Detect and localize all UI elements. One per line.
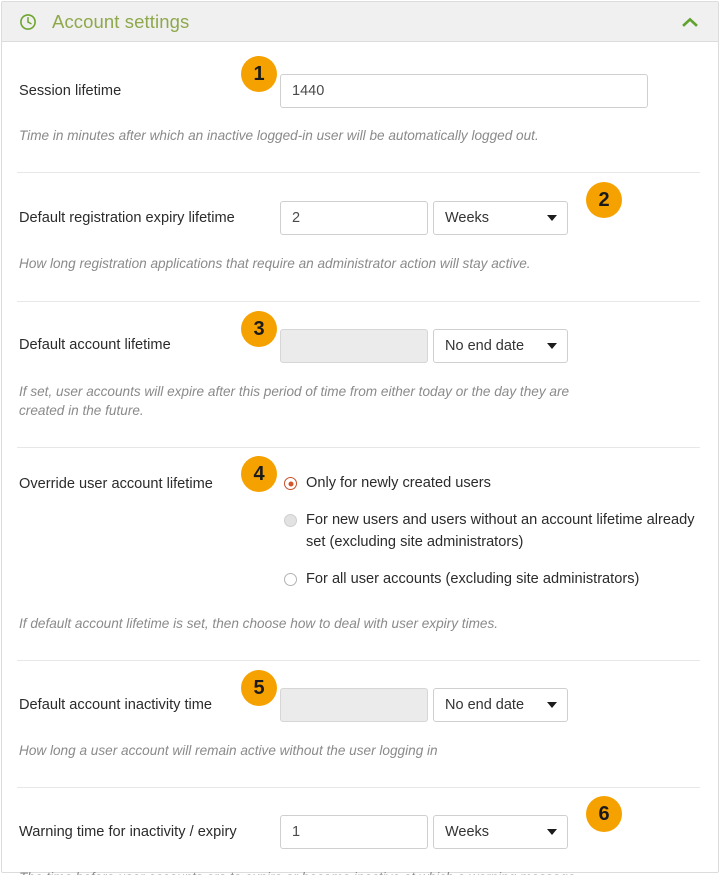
control-override-lifetime: 4 Only for newly created users For new u… — [241, 456, 718, 590]
callout-badge-1: 1 — [241, 56, 277, 92]
radio-option-all-accounts[interactable]: For all user accounts (excluding site ad… — [284, 569, 718, 590]
control-warning-time: Weeks 6 i — [248, 796, 718, 850]
control-inactivity-time: 5 No end date i — [241, 670, 718, 723]
help-session-lifetime: Time in minutes after which an inactive … — [19, 128, 539, 143]
session-lifetime-input[interactable] — [280, 74, 648, 108]
inactivity-time-input[interactable] — [280, 688, 428, 723]
row-session-lifetime: Session lifetime 1 i — [2, 56, 718, 108]
callout-badge-5: 5 — [241, 670, 277, 707]
page-title: Account settings — [52, 10, 190, 32]
divider-2 — [17, 300, 700, 302]
inactivity-time-unit-select[interactable]: No end date — [433, 688, 568, 723]
callout-badge-6: 6 — [586, 796, 622, 833]
row-registration-expiry: Default registration expiry lifetime Wee… — [2, 182, 718, 236]
card-header[interactable]: Account settings — [2, 2, 718, 42]
row-warning-time: Warning time for inactivity / expiry Wee… — [2, 796, 718, 850]
radio-option-newly-created[interactable]: Only for newly created users — [284, 473, 718, 494]
help-override-lifetime: If default account lifetime is set, then… — [19, 615, 499, 631]
radio-label-newly-created: Only for newly created users — [306, 475, 491, 492]
help-warning-time: The time before user accounts are to exp… — [2, 868, 718, 875]
control-registration-expiry: Weeks 2 — [248, 182, 718, 236]
card-body: Session lifetime 1 i Time in minutes aft… — [2, 56, 718, 875]
override-lifetime-radio-group: Only for newly created users For new use… — [284, 473, 718, 590]
account-settings-page: Account settings Session lifetime 1 i Ti… — [0, 0, 720, 875]
account-lifetime-unit-value: No end date — [433, 328, 568, 363]
callout-badge-2: 2 — [586, 182, 622, 219]
label-account-lifetime: Default account lifetime — [19, 337, 171, 354]
help-registration-expiry: How long registration applications that … — [19, 256, 531, 272]
label-override-lifetime: Override user account lifetime — [19, 476, 213, 493]
divider-3 — [17, 447, 700, 449]
inactivity-time-unit-value: No end date — [433, 688, 568, 723]
radio-icon-checked[interactable] — [284, 477, 297, 491]
account-lifetime-input[interactable] — [280, 328, 428, 363]
label-warning-time: Warning time for inactivity / expiry — [19, 824, 237, 841]
radio-label-new-and-unset: For new users and users without an accou… — [306, 512, 695, 550]
divider-5 — [17, 787, 700, 789]
warning-time-input[interactable] — [280, 815, 428, 850]
divider-4 — [17, 660, 700, 662]
account-lifetime-unit-select[interactable]: No end date — [433, 328, 568, 363]
radio-label-all-accounts: For all user accounts (excluding site ad… — [306, 570, 640, 587]
help-account-lifetime: If set, user accounts will expire after … — [19, 383, 570, 418]
radio-icon-unchecked[interactable] — [284, 572, 297, 586]
label-inactivity-time: Default account inactivity time — [19, 696, 213, 713]
account-settings-card: Account settings Session lifetime 1 i Ti… — [1, 1, 719, 875]
radio-option-new-and-unset[interactable]: For new users and users without an accou… — [284, 510, 718, 552]
control-session-lifetime: 1 i — [241, 56, 718, 108]
control-account-lifetime: 3 No end date i — [241, 310, 718, 363]
clock-icon — [19, 13, 37, 31]
divider-1 — [17, 172, 700, 174]
label-registration-expiry: Default registration expiry lifetime — [19, 210, 235, 227]
registration-expiry-input[interactable] — [280, 201, 428, 236]
registration-expiry-unit-value: Weeks — [433, 201, 568, 236]
chevron-up-icon[interactable] — [680, 12, 700, 32]
row-account-lifetime: Default account lifetime 3 No end date i — [2, 310, 718, 363]
callout-badge-4: 4 — [241, 456, 277, 493]
help-inactivity-time: How long a user account will remain acti… — [19, 743, 438, 759]
radio-icon-unchecked[interactable] — [284, 514, 297, 528]
warning-time-unit-value: Weeks — [433, 815, 568, 850]
row-override-lifetime: Override user account lifetime 4 Only fo… — [2, 456, 718, 590]
callout-badge-3: 3 — [241, 310, 277, 347]
row-inactivity-time: Default account inactivity time 5 No end… — [2, 670, 718, 723]
warning-time-unit-select[interactable]: Weeks — [433, 815, 568, 850]
registration-expiry-unit-select[interactable]: Weeks — [433, 201, 568, 236]
label-session-lifetime: Session lifetime — [19, 82, 122, 99]
